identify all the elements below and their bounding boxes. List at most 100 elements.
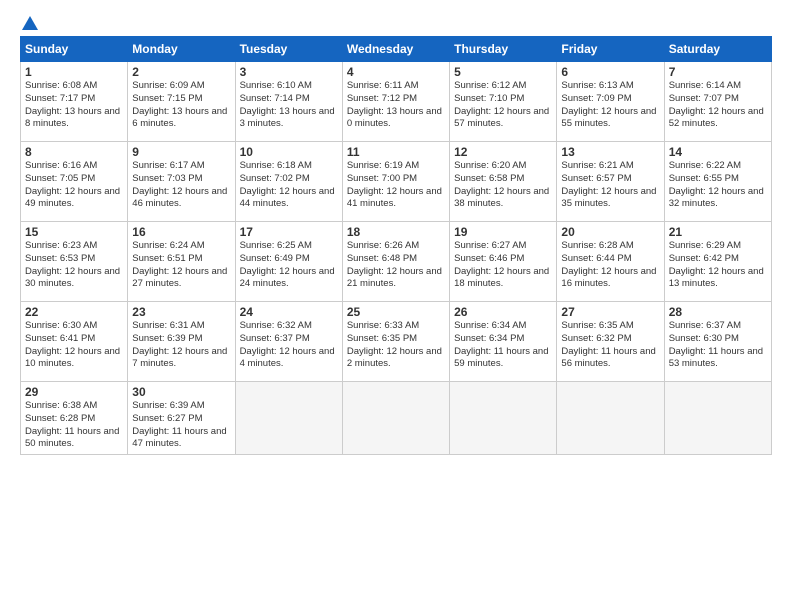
day-number: 2 xyxy=(132,65,230,79)
calendar-cell xyxy=(664,382,771,455)
calendar-week-row: 15Sunrise: 6:23 AMSunset: 6:53 PMDayligh… xyxy=(21,222,772,302)
day-info: Sunrise: 6:34 AMSunset: 6:34 PMDaylight:… xyxy=(454,320,552,371)
day-number: 23 xyxy=(132,305,230,319)
calendar-cell: 19Sunrise: 6:27 AMSunset: 6:46 PMDayligh… xyxy=(450,222,557,302)
day-info: Sunrise: 6:39 AMSunset: 6:27 PMDaylight:… xyxy=(132,400,230,451)
day-number: 9 xyxy=(132,145,230,159)
calendar-cell: 3Sunrise: 6:10 AMSunset: 7:14 PMDaylight… xyxy=(235,62,342,142)
day-number: 29 xyxy=(25,385,123,399)
col-header-thursday: Thursday xyxy=(450,37,557,62)
day-info: Sunrise: 6:35 AMSunset: 6:32 PMDaylight:… xyxy=(561,320,659,371)
day-number: 27 xyxy=(561,305,659,319)
day-info: Sunrise: 6:09 AMSunset: 7:15 PMDaylight:… xyxy=(132,80,230,131)
calendar-cell: 8Sunrise: 6:16 AMSunset: 7:05 PMDaylight… xyxy=(21,142,128,222)
calendar-cell: 27Sunrise: 6:35 AMSunset: 6:32 PMDayligh… xyxy=(557,302,664,382)
day-number: 1 xyxy=(25,65,123,79)
calendar-cell: 21Sunrise: 6:29 AMSunset: 6:42 PMDayligh… xyxy=(664,222,771,302)
calendar-cell: 1Sunrise: 6:08 AMSunset: 7:17 PMDaylight… xyxy=(21,62,128,142)
day-info: Sunrise: 6:16 AMSunset: 7:05 PMDaylight:… xyxy=(25,160,123,211)
calendar-cell: 25Sunrise: 6:33 AMSunset: 6:35 PMDayligh… xyxy=(342,302,449,382)
day-info: Sunrise: 6:21 AMSunset: 6:57 PMDaylight:… xyxy=(561,160,659,211)
calendar-week-row: 29Sunrise: 6:38 AMSunset: 6:28 PMDayligh… xyxy=(21,382,772,455)
day-number: 4 xyxy=(347,65,445,79)
day-info: Sunrise: 6:12 AMSunset: 7:10 PMDaylight:… xyxy=(454,80,552,131)
calendar-cell xyxy=(557,382,664,455)
day-info: Sunrise: 6:37 AMSunset: 6:30 PMDaylight:… xyxy=(669,320,767,371)
day-number: 28 xyxy=(669,305,767,319)
calendar-cell: 6Sunrise: 6:13 AMSunset: 7:09 PMDaylight… xyxy=(557,62,664,142)
calendar-week-row: 8Sunrise: 6:16 AMSunset: 7:05 PMDaylight… xyxy=(21,142,772,222)
day-number: 15 xyxy=(25,225,123,239)
calendar-cell: 2Sunrise: 6:09 AMSunset: 7:15 PMDaylight… xyxy=(128,62,235,142)
logo xyxy=(20,16,38,28)
day-info: Sunrise: 6:26 AMSunset: 6:48 PMDaylight:… xyxy=(347,240,445,291)
day-number: 11 xyxy=(347,145,445,159)
calendar-cell: 22Sunrise: 6:30 AMSunset: 6:41 PMDayligh… xyxy=(21,302,128,382)
col-header-sunday: Sunday xyxy=(21,37,128,62)
day-info: Sunrise: 6:33 AMSunset: 6:35 PMDaylight:… xyxy=(347,320,445,371)
col-header-wednesday: Wednesday xyxy=(342,37,449,62)
col-header-saturday: Saturday xyxy=(664,37,771,62)
day-number: 24 xyxy=(240,305,338,319)
day-info: Sunrise: 6:11 AMSunset: 7:12 PMDaylight:… xyxy=(347,80,445,131)
day-number: 6 xyxy=(561,65,659,79)
calendar-cell: 10Sunrise: 6:18 AMSunset: 7:02 PMDayligh… xyxy=(235,142,342,222)
day-number: 19 xyxy=(454,225,552,239)
day-info: Sunrise: 6:29 AMSunset: 6:42 PMDaylight:… xyxy=(669,240,767,291)
calendar-cell: 5Sunrise: 6:12 AMSunset: 7:10 PMDaylight… xyxy=(450,62,557,142)
calendar-cell: 20Sunrise: 6:28 AMSunset: 6:44 PMDayligh… xyxy=(557,222,664,302)
day-number: 26 xyxy=(454,305,552,319)
calendar-cell: 29Sunrise: 6:38 AMSunset: 6:28 PMDayligh… xyxy=(21,382,128,455)
day-number: 5 xyxy=(454,65,552,79)
calendar-header-row: SundayMondayTuesdayWednesdayThursdayFrid… xyxy=(21,37,772,62)
day-number: 17 xyxy=(240,225,338,239)
col-header-tuesday: Tuesday xyxy=(235,37,342,62)
day-info: Sunrise: 6:17 AMSunset: 7:03 PMDaylight:… xyxy=(132,160,230,211)
day-info: Sunrise: 6:19 AMSunset: 7:00 PMDaylight:… xyxy=(347,160,445,211)
day-number: 12 xyxy=(454,145,552,159)
day-info: Sunrise: 6:20 AMSunset: 6:58 PMDaylight:… xyxy=(454,160,552,211)
day-info: Sunrise: 6:38 AMSunset: 6:28 PMDaylight:… xyxy=(25,400,123,451)
calendar-week-row: 1Sunrise: 6:08 AMSunset: 7:17 PMDaylight… xyxy=(21,62,772,142)
day-number: 3 xyxy=(240,65,338,79)
calendar-cell: 23Sunrise: 6:31 AMSunset: 6:39 PMDayligh… xyxy=(128,302,235,382)
calendar-cell: 17Sunrise: 6:25 AMSunset: 6:49 PMDayligh… xyxy=(235,222,342,302)
day-number: 21 xyxy=(669,225,767,239)
calendar-cell: 18Sunrise: 6:26 AMSunset: 6:48 PMDayligh… xyxy=(342,222,449,302)
calendar-cell: 14Sunrise: 6:22 AMSunset: 6:55 PMDayligh… xyxy=(664,142,771,222)
day-number: 8 xyxy=(25,145,123,159)
day-info: Sunrise: 6:13 AMSunset: 7:09 PMDaylight:… xyxy=(561,80,659,131)
day-info: Sunrise: 6:31 AMSunset: 6:39 PMDaylight:… xyxy=(132,320,230,371)
page: SundayMondayTuesdayWednesdayThursdayFrid… xyxy=(0,0,792,612)
day-info: Sunrise: 6:10 AMSunset: 7:14 PMDaylight:… xyxy=(240,80,338,131)
day-info: Sunrise: 6:22 AMSunset: 6:55 PMDaylight:… xyxy=(669,160,767,211)
calendar-cell: 24Sunrise: 6:32 AMSunset: 6:37 PMDayligh… xyxy=(235,302,342,382)
calendar-cell xyxy=(450,382,557,455)
calendar-cell: 4Sunrise: 6:11 AMSunset: 7:12 PMDaylight… xyxy=(342,62,449,142)
day-info: Sunrise: 6:32 AMSunset: 6:37 PMDaylight:… xyxy=(240,320,338,371)
col-header-friday: Friday xyxy=(557,37,664,62)
calendar-week-row: 22Sunrise: 6:30 AMSunset: 6:41 PMDayligh… xyxy=(21,302,772,382)
day-number: 20 xyxy=(561,225,659,239)
col-header-monday: Monday xyxy=(128,37,235,62)
day-number: 7 xyxy=(669,65,767,79)
calendar-cell: 30Sunrise: 6:39 AMSunset: 6:27 PMDayligh… xyxy=(128,382,235,455)
header xyxy=(20,16,772,28)
day-number: 13 xyxy=(561,145,659,159)
day-number: 18 xyxy=(347,225,445,239)
calendar-table: SundayMondayTuesdayWednesdayThursdayFrid… xyxy=(20,36,772,455)
calendar-cell: 16Sunrise: 6:24 AMSunset: 6:51 PMDayligh… xyxy=(128,222,235,302)
day-info: Sunrise: 6:18 AMSunset: 7:02 PMDaylight:… xyxy=(240,160,338,211)
day-info: Sunrise: 6:14 AMSunset: 7:07 PMDaylight:… xyxy=(669,80,767,131)
day-number: 14 xyxy=(669,145,767,159)
calendar-cell xyxy=(235,382,342,455)
day-info: Sunrise: 6:27 AMSunset: 6:46 PMDaylight:… xyxy=(454,240,552,291)
calendar-cell xyxy=(342,382,449,455)
calendar-cell: 7Sunrise: 6:14 AMSunset: 7:07 PMDaylight… xyxy=(664,62,771,142)
day-info: Sunrise: 6:24 AMSunset: 6:51 PMDaylight:… xyxy=(132,240,230,291)
logo-triangle-icon xyxy=(22,16,38,30)
day-info: Sunrise: 6:30 AMSunset: 6:41 PMDaylight:… xyxy=(25,320,123,371)
calendar-cell: 26Sunrise: 6:34 AMSunset: 6:34 PMDayligh… xyxy=(450,302,557,382)
day-number: 30 xyxy=(132,385,230,399)
day-info: Sunrise: 6:28 AMSunset: 6:44 PMDaylight:… xyxy=(561,240,659,291)
